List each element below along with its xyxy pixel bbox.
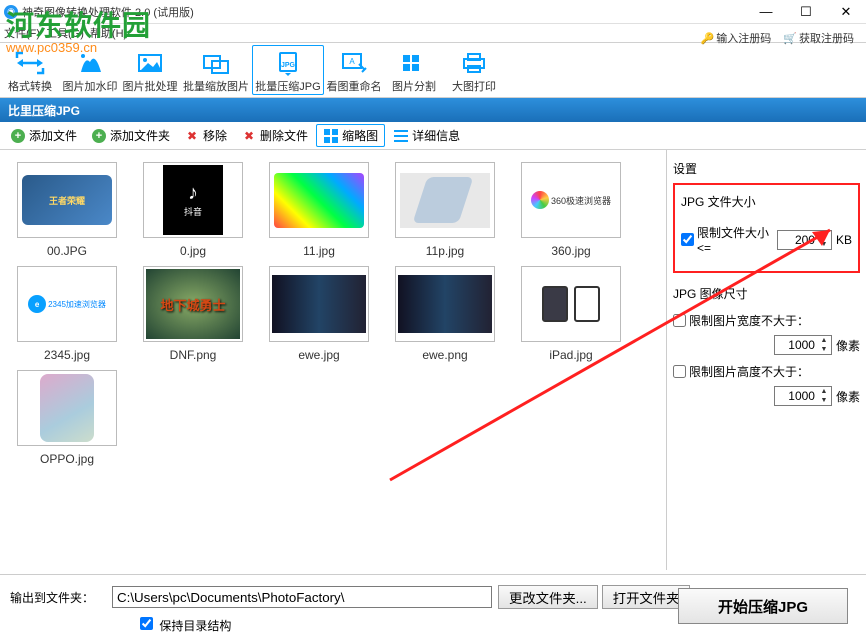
view-detail-button[interactable]: 详细信息 bbox=[387, 125, 466, 146]
limit-height-checkbox[interactable]: 限制图片高度不大于： bbox=[673, 363, 809, 380]
thumbnail-item[interactable]: OPPO.jpg bbox=[8, 370, 126, 466]
view-thumbnail-button[interactable]: 缩略图 bbox=[316, 124, 385, 147]
tab-split[interactable]: 图片分割 bbox=[384, 45, 444, 95]
settings-panel: 设置 JPG 文件大小 限制文件大小 <= 200 ▲▼ KB JPG 图像尺寸… bbox=[666, 150, 866, 570]
thumb-image: ♪抖音 bbox=[163, 165, 223, 235]
thumb-image: 360极速浏览器 bbox=[531, 191, 611, 209]
tab-batch-resize[interactable]: 批量缩放图片 bbox=[180, 45, 252, 95]
plus-icon: + bbox=[92, 129, 106, 143]
filesize-spinner[interactable]: 200 ▲▼ bbox=[777, 230, 832, 250]
tab-batch-compress-jpg[interactable]: JPG 批量压缩JPG bbox=[252, 45, 324, 95]
thumbnail-area: 王者荣耀00.JPG ♪抖音0.jpg 11.jpg 11p.jpg 360极速… bbox=[0, 150, 666, 570]
start-compress-button[interactable]: 开始压缩JPG bbox=[678, 588, 848, 624]
key-icon: 🔑 bbox=[701, 32, 715, 45]
svg-text:A: A bbox=[349, 57, 355, 66]
output-path-input[interactable] bbox=[112, 586, 492, 608]
thumb-image bbox=[274, 173, 364, 228]
grid-icon bbox=[323, 128, 339, 144]
maximize-button[interactable]: ☐ bbox=[786, 0, 826, 24]
keep-dir-checkbox[interactable]: 保持目录结构 bbox=[140, 617, 231, 634]
thumb-image: 王者荣耀 bbox=[22, 175, 112, 225]
limit-width-input[interactable] bbox=[673, 314, 686, 327]
spin-down[interactable]: ▼ bbox=[818, 240, 830, 249]
output-label: 输出到文件夹： bbox=[10, 589, 94, 606]
window-title: 神奇图像转换处理软件 2.0 (试用版) bbox=[22, 4, 194, 20]
limit-height-input[interactable] bbox=[673, 365, 686, 378]
remove-button[interactable]: ✖ 移除 bbox=[178, 125, 233, 146]
thumbnail-item[interactable]: 王者荣耀00.JPG bbox=[8, 162, 126, 258]
plus-icon: + bbox=[11, 129, 25, 143]
menu-file[interactable]: 文件(F) bbox=[4, 25, 40, 41]
keep-dir-input[interactable] bbox=[140, 617, 153, 630]
thumb-image bbox=[400, 173, 490, 228]
imgsize-title: JPG 图像尺寸 bbox=[673, 285, 860, 302]
tab-rename[interactable]: A 看图重命名 bbox=[324, 45, 384, 95]
minimize-button[interactable]: — bbox=[746, 0, 786, 24]
thumbnail-item[interactable]: ewe.jpg bbox=[260, 266, 378, 362]
bottom-bar: 输出到文件夹： 更改文件夹... 打开文件夹 保持目录结构 开始压缩JPG bbox=[0, 574, 866, 634]
thumbnail-item[interactable]: 地下城勇士DNF.png bbox=[134, 266, 252, 362]
remove-icon: ✖ bbox=[184, 128, 200, 144]
file-toolbar: + 添加文件 + 添加文件夹 ✖ 移除 ✖ 删除文件 缩略图 详细信息 bbox=[0, 122, 866, 150]
thumbnail-item[interactable]: ♪抖音0.jpg bbox=[134, 162, 252, 258]
thumbnail-item[interactable]: 11.jpg bbox=[260, 162, 378, 258]
delete-icon: ✖ bbox=[241, 128, 257, 144]
thumb-image: 地下城勇士 bbox=[146, 269, 240, 339]
register-links: 🔑 输入注册码 🛒 获取注册码 bbox=[701, 30, 858, 46]
svg-text:JPG: JPG bbox=[281, 62, 296, 69]
height-spinner[interactable]: 1000 ▲▼ bbox=[774, 386, 832, 406]
filesize-title: JPG 文件大小 bbox=[681, 193, 852, 210]
thumb-image bbox=[398, 275, 492, 333]
thumb-image bbox=[539, 286, 603, 322]
limit-filesize-checkbox[interactable]: 限制文件大小 <= bbox=[681, 224, 777, 255]
spin-up[interactable]: ▲ bbox=[818, 231, 830, 240]
delete-file-button[interactable]: ✖ 删除文件 bbox=[235, 125, 314, 146]
settings-title: 设置 bbox=[673, 160, 860, 177]
menu-tool[interactable]: 工具(G) bbox=[46, 25, 84, 41]
filesize-highlight-box: JPG 文件大小 限制文件大小 <= 200 ▲▼ KB bbox=[673, 183, 860, 273]
change-folder-button[interactable]: 更改文件夹... bbox=[498, 585, 598, 609]
main-toolbar: 格式转换 图片加水印 图片批处理 批量缩放图片 JPG 批量压缩JPG A 看图… bbox=[0, 42, 866, 98]
thumb-image: e2345加速浏览器 bbox=[28, 295, 106, 313]
get-regcode-link[interactable]: 获取注册码 bbox=[799, 30, 854, 46]
spin-up[interactable]: ▲ bbox=[818, 336, 830, 345]
cart-icon: 🛒 bbox=[783, 32, 797, 45]
thumbnail-item[interactable]: e2345加速浏览器2345.jpg bbox=[8, 266, 126, 362]
add-folder-button[interactable]: + 添加文件夹 bbox=[85, 125, 176, 146]
titlebar: ◉ 神奇图像转换处理软件 2.0 (试用版) — ☐ ✕ bbox=[0, 0, 866, 24]
width-spinner[interactable]: 1000 ▲▼ bbox=[774, 335, 832, 355]
limit-filesize-input[interactable] bbox=[681, 233, 694, 246]
menu-help[interactable]: 帮助(H) bbox=[90, 25, 127, 41]
thumb-image bbox=[40, 374, 94, 442]
tab-print[interactable]: 大图打印 bbox=[444, 45, 504, 95]
spin-down[interactable]: ▼ bbox=[818, 396, 830, 405]
thumb-image bbox=[272, 275, 366, 333]
spin-up[interactable]: ▲ bbox=[818, 387, 830, 396]
tab-watermark[interactable]: 图片加水印 bbox=[60, 45, 120, 95]
tab-format-convert[interactable]: 格式转换 bbox=[0, 45, 60, 95]
enter-regcode-link[interactable]: 输入注册码 bbox=[716, 30, 771, 46]
spin-down[interactable]: ▼ bbox=[818, 345, 830, 354]
add-file-button[interactable]: + 添加文件 bbox=[4, 125, 83, 146]
limit-width-checkbox[interactable]: 限制图片宽度不大于： bbox=[673, 312, 809, 329]
thumbnail-item[interactable]: ewe.png bbox=[386, 266, 504, 362]
app-icon: ◉ bbox=[4, 5, 18, 19]
tab-batch-process[interactable]: 图片批处理 bbox=[120, 45, 180, 95]
close-button[interactable]: ✕ bbox=[826, 0, 866, 24]
thumbnail-item[interactable]: iPad.jpg bbox=[512, 266, 630, 362]
thumbnail-item[interactable]: 360极速浏览器360.jpg bbox=[512, 162, 630, 258]
list-icon bbox=[393, 128, 409, 144]
thumbnail-item[interactable]: 11p.jpg bbox=[386, 162, 504, 258]
section-title-bar: 比里压缩JPG bbox=[0, 98, 866, 122]
